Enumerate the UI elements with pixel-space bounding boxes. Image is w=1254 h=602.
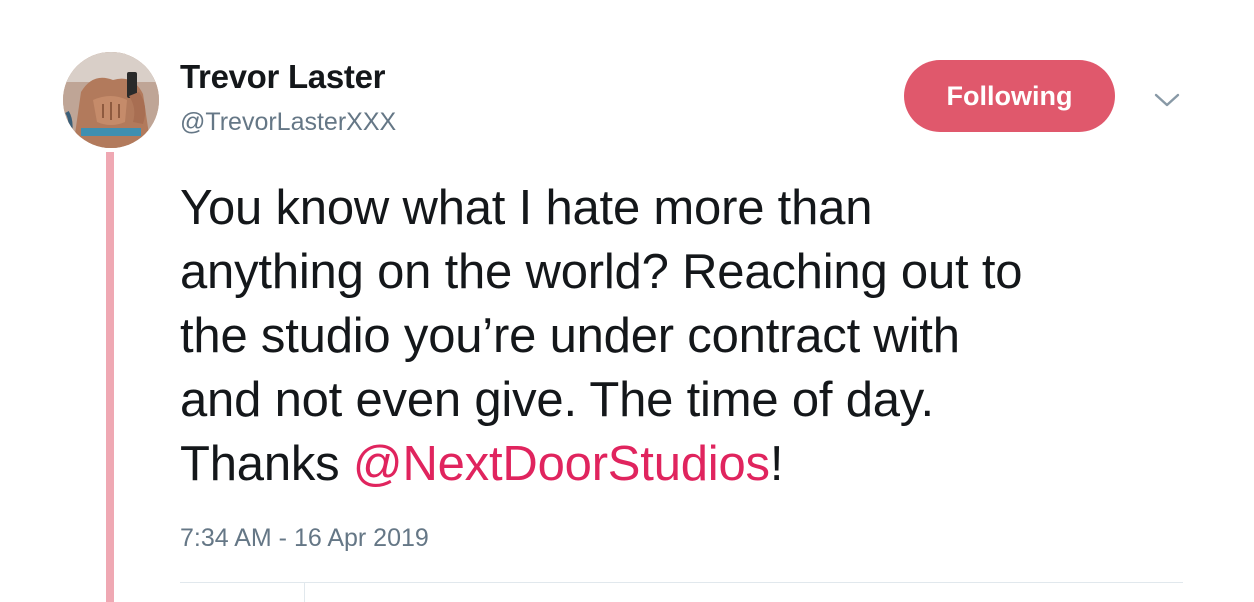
- stats-divider: [304, 583, 305, 602]
- chevron-down-icon[interactable]: [1152, 88, 1182, 112]
- tweet-timestamp[interactable]: 7:34 AM - 16 Apr 2019: [180, 524, 429, 553]
- following-button[interactable]: Following: [904, 60, 1115, 132]
- mention-link[interactable]: @NextDoorStudios: [353, 437, 770, 491]
- avatar[interactable]: [63, 52, 159, 148]
- tweet-text: You know what I hate more than anything …: [180, 176, 1190, 496]
- divider: [180, 582, 1183, 583]
- author-handle[interactable]: @TrevorLasterXXX: [180, 108, 396, 137]
- thread-connector-line: [106, 152, 114, 602]
- tweet-text-end: !: [769, 437, 784, 491]
- author-display-name[interactable]: Trevor Laster: [180, 58, 386, 96]
- profile-photo-icon: [63, 52, 159, 148]
